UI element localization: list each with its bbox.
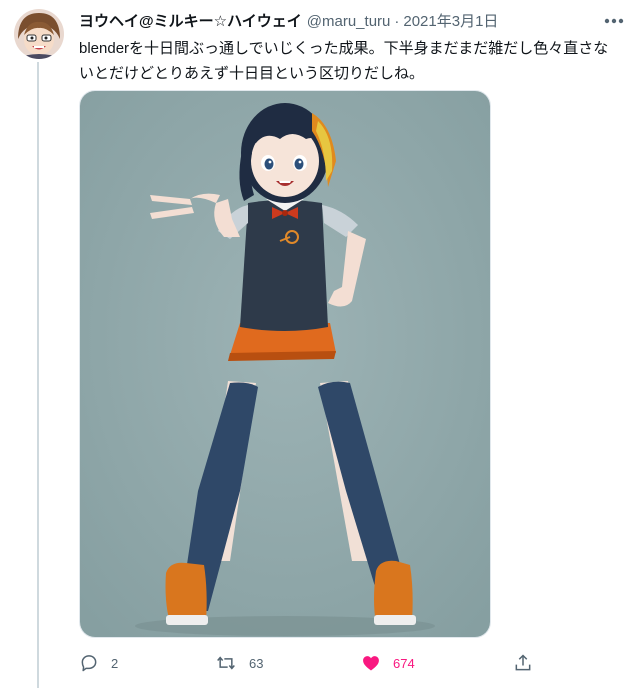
tweet-date[interactable]: 2021年3月1日	[403, 10, 498, 31]
retweet-count: 63	[249, 655, 264, 671]
tweet-text: blenderを十日間ぶっ通しでいじくった成果。下半身まだまだ雑だし色々直さな …	[79, 36, 627, 86]
share-button[interactable]	[513, 650, 545, 676]
tweet-page: ヨウヘイ@ミルキー☆ハイウェイ @maru_turu · 2021年3月1日 b…	[0, 0, 640, 688]
avatar-image	[14, 9, 64, 59]
character-render	[80, 91, 490, 637]
thread-line	[37, 62, 39, 688]
reply-button[interactable]: 2	[79, 650, 118, 676]
display-name[interactable]: ヨウヘイ@ミルキー☆ハイウェイ	[79, 10, 302, 31]
retweet-icon	[217, 656, 235, 670]
heart-icon	[363, 656, 379, 671]
more-dots-icon	[604, 18, 624, 24]
avatar[interactable]	[14, 9, 64, 59]
user-handle[interactable]: @maru_turu	[307, 13, 391, 30]
tweet-actions: 2 63 674	[79, 650, 539, 676]
more-button[interactable]	[602, 9, 626, 33]
tweet-media-image[interactable]	[79, 90, 491, 638]
reply-icon	[81, 655, 97, 672]
tweet-header: ヨウヘイ@ミルキー☆ハイウェイ @maru_turu · 2021年3月1日	[79, 10, 599, 32]
share-icon	[515, 654, 531, 671]
like-button[interactable]: 674	[361, 650, 415, 676]
tweet-text-line-2: いとだけどとりあえず十日目という区切りだしね。	[79, 65, 425, 82]
like-count: 674	[393, 655, 415, 671]
reply-count: 2	[111, 655, 119, 671]
tweet-text-line-1: blenderを十日間ぶっ通しでいじくった成果。下半身まだまだ雑だし色々直さな	[79, 40, 609, 57]
separator: ·	[394, 13, 400, 30]
retweet-button[interactable]: 63	[215, 650, 263, 676]
